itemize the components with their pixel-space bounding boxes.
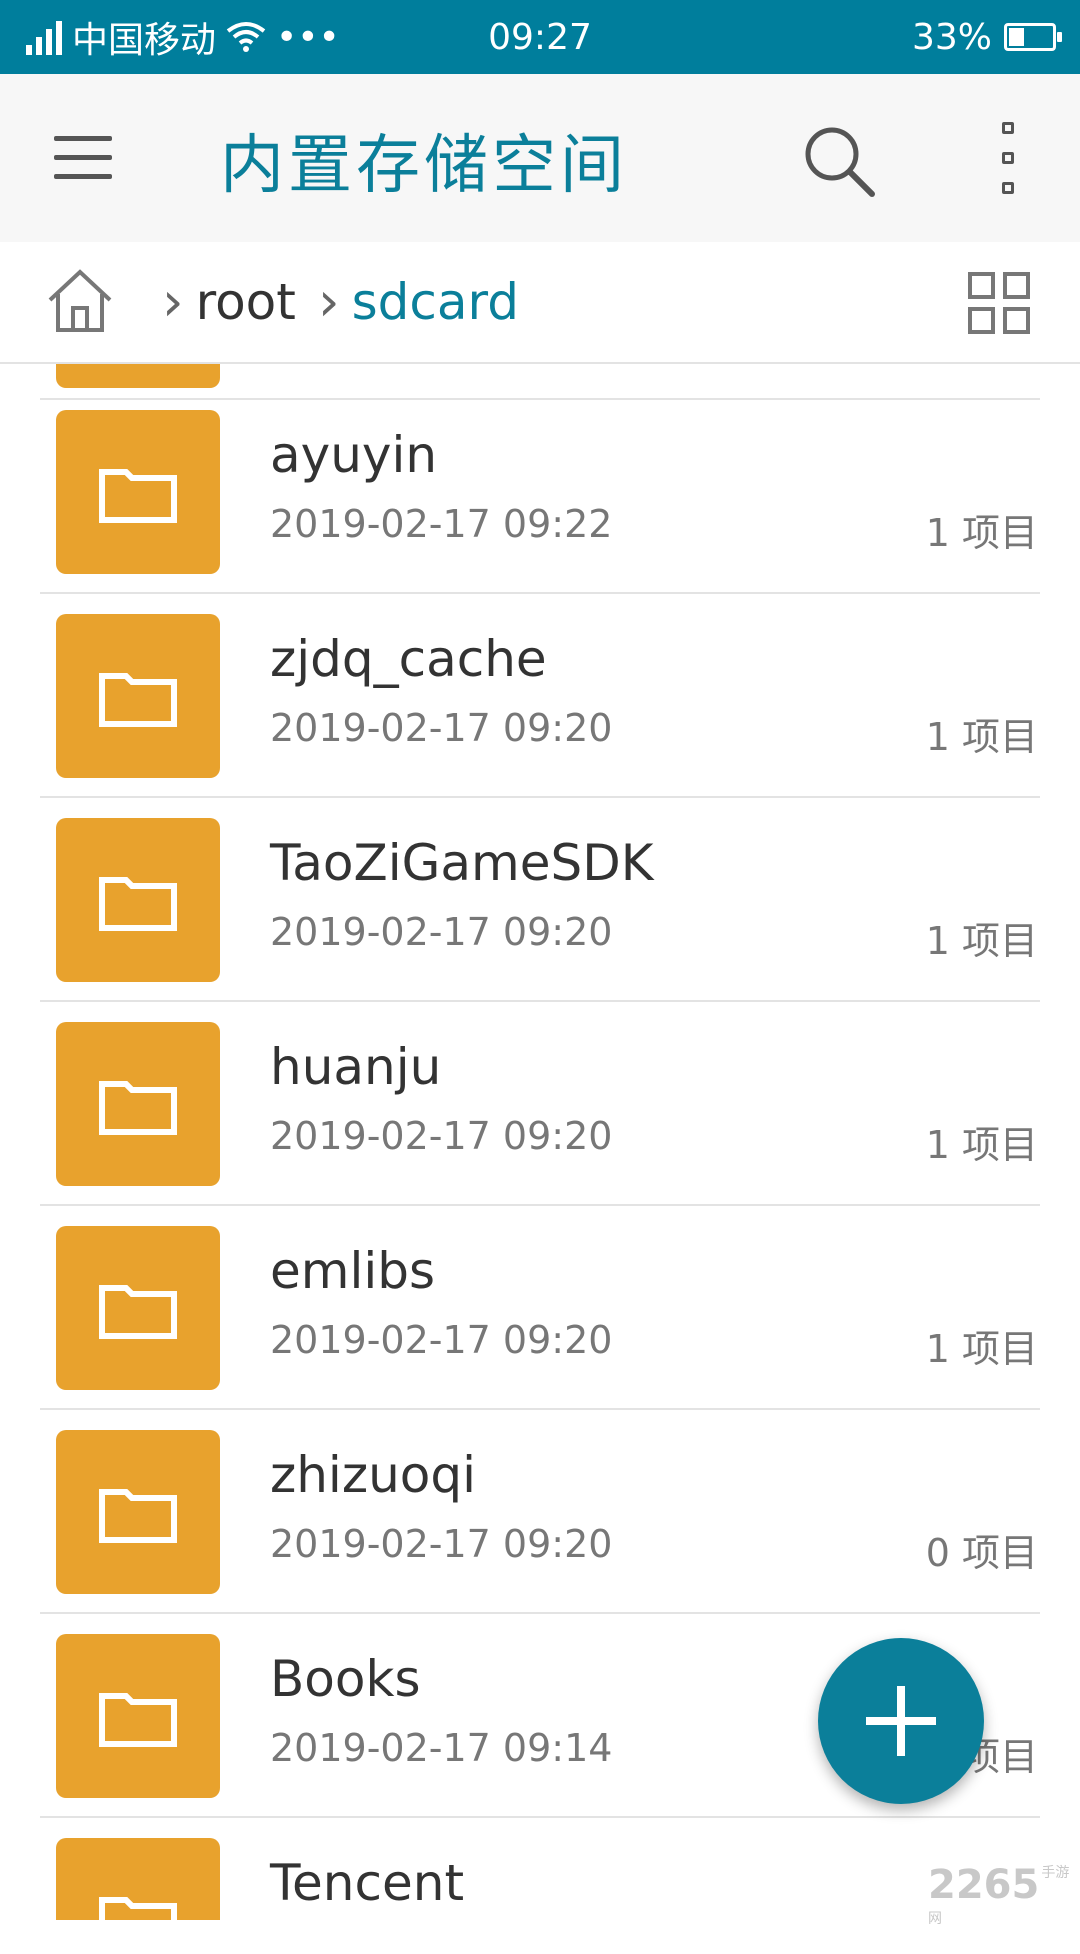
- battery-icon: [1004, 23, 1062, 51]
- file-date: 2019-02-17 09:20: [270, 1114, 613, 1158]
- file-name: zjdq_cache: [270, 630, 547, 688]
- item-count: 1 项目: [925, 919, 1038, 963]
- status-right: 33%: [911, 0, 1062, 74]
- breadcrumb-label: sdcard: [351, 272, 519, 331]
- file-name: Tencent: [270, 1854, 465, 1912]
- breadcrumb-label: root: [195, 272, 296, 331]
- file-date: 2019-02-17 09:14: [270, 1726, 613, 1770]
- breadcrumb-item-sdcard[interactable]: › sdcard: [318, 270, 519, 333]
- folder-icon: [56, 614, 220, 778]
- file-name: ayuyin: [270, 426, 438, 484]
- list-item[interactable]: zhizuoqi 2019-02-17 09:20 0 项目: [40, 1410, 1040, 1614]
- folder-icon: [56, 1634, 220, 1798]
- battery-percent: 33%: [911, 16, 992, 58]
- watermark-logo: 2265 手游网: [928, 1862, 1080, 1954]
- more-vert-icon[interactable]: [990, 122, 1026, 194]
- folder-icon: [56, 1022, 220, 1186]
- menu-icon[interactable]: [54, 136, 112, 180]
- chevron-right-icon: ›: [318, 270, 340, 333]
- file-date: 2019-02-17 09:20: [270, 910, 613, 954]
- watermark-main: 2265: [928, 1862, 1040, 1908]
- search-icon[interactable]: [800, 122, 880, 202]
- folder-icon: [56, 1226, 220, 1390]
- item-count: 0 项目: [925, 1531, 1038, 1575]
- add-button[interactable]: [818, 1638, 984, 1804]
- list-item[interactable]: emlibs 2019-02-17 09:20 1 项目: [40, 1206, 1040, 1410]
- item-count: 1 项目: [925, 1327, 1038, 1371]
- folder-icon: [56, 410, 220, 574]
- file-date: 2019-02-17 09:20: [270, 1522, 613, 1566]
- list-item[interactable]: Tencent: [40, 1818, 1040, 1920]
- file-date: 2019-02-17 09:20: [270, 1318, 613, 1362]
- chevron-right-icon: ›: [162, 270, 184, 333]
- item-count: 1 项目: [925, 1123, 1038, 1167]
- file-name: huanju: [270, 1038, 442, 1096]
- list-item[interactable]: ayuyin 2019-02-17 09:22 1 项目: [40, 390, 1040, 594]
- page-title: 内置存储空间: [220, 129, 628, 203]
- file-name: TaoZiGameSDK: [270, 834, 654, 892]
- list-item[interactable]: TaoZiGameSDK 2019-02-17 09:20 1 项目: [40, 798, 1040, 1002]
- item-count: 1 项目: [925, 715, 1038, 759]
- folder-icon: [56, 364, 220, 388]
- grid-view-icon[interactable]: [968, 272, 1030, 334]
- file-name: zhizuoqi: [270, 1446, 476, 1504]
- breadcrumb: › root › sdcard: [0, 242, 1080, 364]
- list-item[interactable]: huanju 2019-02-17 09:20 1 项目: [40, 1002, 1040, 1206]
- file-date: 2019-02-17 09:22: [270, 502, 613, 546]
- breadcrumb-item-root[interactable]: › root: [162, 270, 296, 333]
- file-name: emlibs: [270, 1242, 436, 1300]
- folder-icon: [56, 1838, 220, 1920]
- status-bar: 中国移动 ••• 09:27 33%: [0, 0, 1080, 74]
- folder-icon: [56, 1430, 220, 1594]
- list-item[interactable]: zjdq_cache 2019-02-17 09:20 1 项目: [40, 594, 1040, 798]
- folder-icon: [56, 818, 220, 982]
- home-icon[interactable]: [46, 268, 114, 334]
- file-name: Books: [270, 1650, 421, 1708]
- file-date: 2019-02-17 09:20: [270, 706, 613, 750]
- item-count: 1 项目: [925, 511, 1038, 555]
- app-toolbar: 内置存储空间: [0, 74, 1080, 242]
